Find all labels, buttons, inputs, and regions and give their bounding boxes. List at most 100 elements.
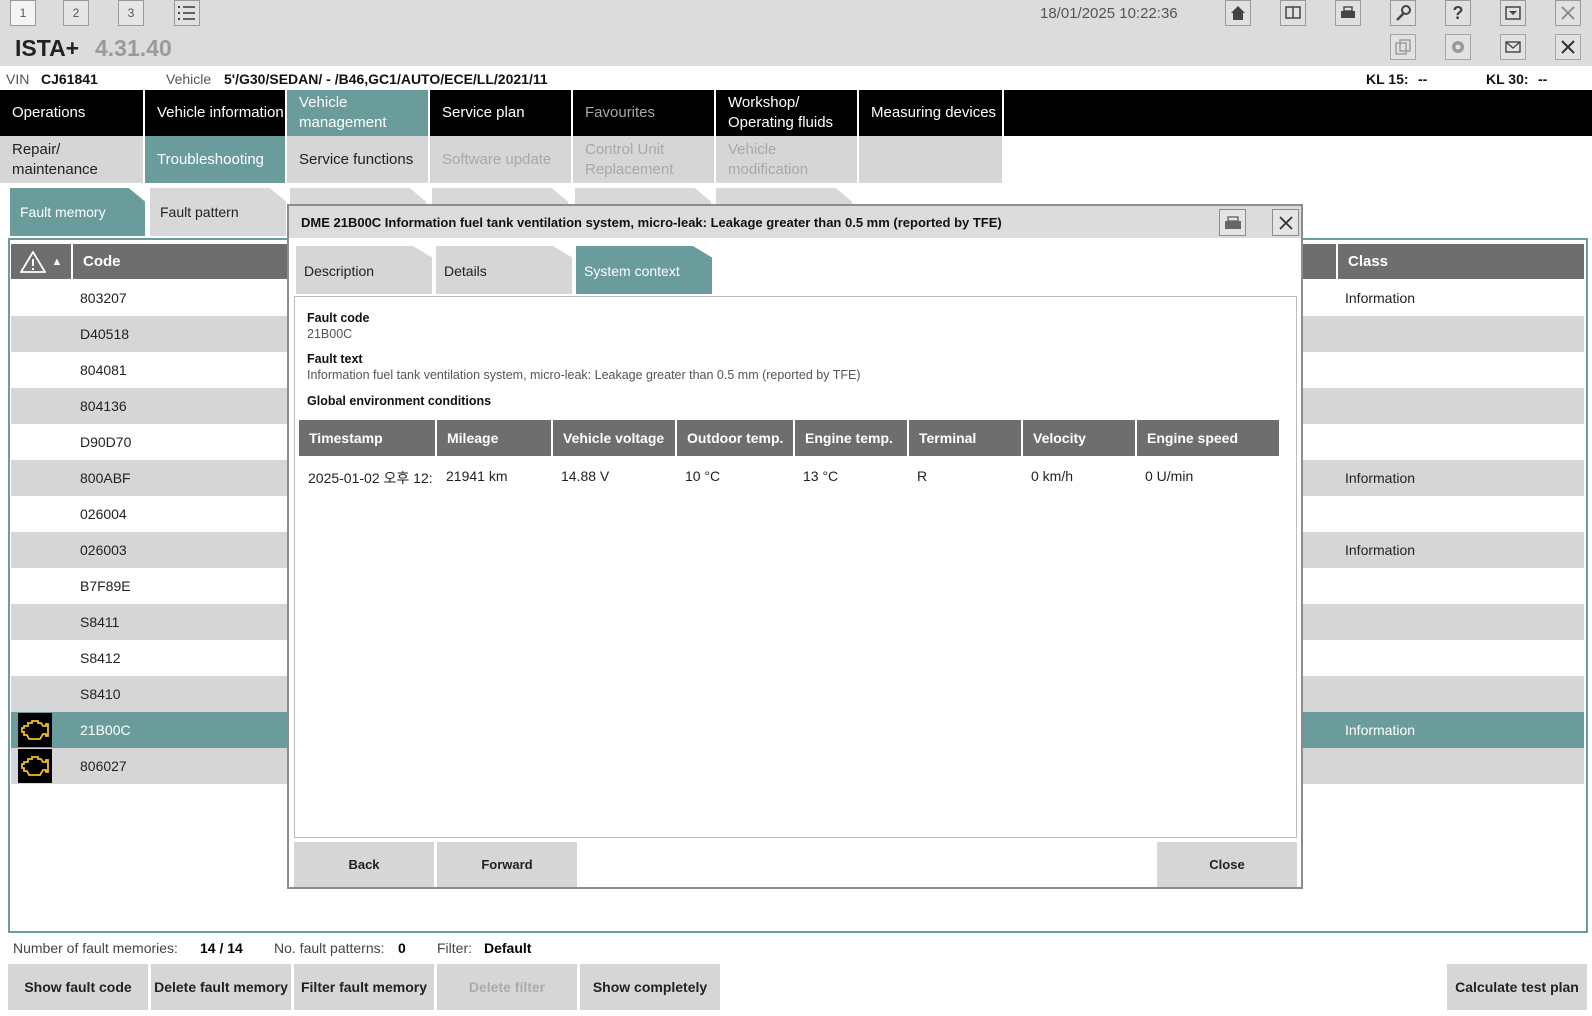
- nav-service-plan[interactable]: Service plan: [430, 90, 573, 136]
- dialog-close-button[interactable]: Close: [1157, 842, 1297, 887]
- fault-memories-count: 14 / 14: [200, 940, 243, 956]
- header-divider: [1336, 244, 1338, 279]
- title-row: ISTA+ 4.31.40: [0, 28, 1592, 66]
- dialog-tab-description[interactable]: Description: [296, 246, 432, 294]
- fault-code: 804136: [80, 398, 127, 414]
- app-version: 4.31.40: [95, 35, 172, 61]
- fault-code: 803207: [80, 290, 127, 306]
- dialog-forward-button[interactable]: Forward: [437, 842, 577, 887]
- fault-code: 21B00C: [80, 722, 131, 738]
- ista-window: 1 2 3 18/01/2025 10:22:36 ? ISTA+ 4.31.4…: [0, 0, 1592, 1016]
- dialog-tab-system-context[interactable]: System context: [576, 246, 712, 294]
- env-header-mileage[interactable]: Mileage: [437, 420, 551, 456]
- subnav-software-update[interactable]: Software update: [430, 136, 573, 183]
- system-bar: 1 2 3 18/01/2025 10:22:36 ?: [0, 0, 1592, 28]
- nav-operations[interactable]: Operations: [0, 90, 145, 136]
- settings-gear-icon[interactable]: [1445, 34, 1471, 60]
- env-mileage: 21941 km: [446, 468, 508, 484]
- fault-memories-label: Number of fault memories:: [13, 940, 178, 956]
- env-outdoor-temp: 10 °C: [685, 468, 721, 484]
- engine-warning-icon: [18, 713, 52, 747]
- app-title: ISTA+: [15, 35, 80, 61]
- nav-measuring-devices[interactable]: Measuring devices: [859, 90, 1004, 136]
- calculate-test-plan-button[interactable]: Calculate test plan: [1447, 964, 1587, 1010]
- help-icon[interactable]: ?: [1445, 0, 1471, 26]
- env-header-terminal[interactable]: Terminal: [909, 420, 1021, 456]
- kl30-label: KL 30:: [1486, 71, 1529, 87]
- fault-code: S8411: [80, 614, 120, 630]
- show-completely-button[interactable]: Show completely: [580, 964, 720, 1010]
- fault-class: Information: [1345, 722, 1416, 738]
- env-velocity: 0 km/h: [1031, 468, 1074, 484]
- vin-value: CJ61841: [41, 71, 98, 87]
- warning-sort-header[interactable]: ▲: [11, 244, 71, 279]
- window-button-1[interactable]: 1: [10, 0, 36, 26]
- nav-workshop-operating-fluids[interactable]: Workshop/ Operating fluids: [716, 90, 859, 136]
- compare-icon[interactable]: [1280, 0, 1306, 26]
- mail-icon[interactable]: [1500, 34, 1526, 60]
- print-icon[interactable]: [1335, 0, 1361, 26]
- delete-filter-button[interactable]: Delete filter: [437, 964, 577, 1010]
- class-column-header[interactable]: Class: [1348, 244, 1388, 279]
- fault-code: 804081: [80, 362, 127, 378]
- env-vehicle-voltage: 14.88 V: [561, 468, 610, 484]
- show-fault-code-button[interactable]: Show fault code: [8, 964, 148, 1010]
- subnav-empty: [859, 136, 1004, 183]
- main-navigation: Operations Vehicle information Vehicle m…: [0, 90, 1592, 136]
- fault-code: 806027: [80, 758, 127, 774]
- nav-favourites[interactable]: Favourites: [573, 90, 716, 136]
- dialog-title: DME 21B00C Information fuel tank ventila…: [301, 215, 1002, 230]
- close-icon[interactable]: [1555, 0, 1581, 26]
- fault-class: Information: [1345, 290, 1416, 306]
- fault-code: D90D70: [80, 434, 132, 450]
- dialog-back-button[interactable]: Back: [294, 842, 434, 887]
- nav-vehicle-management[interactable]: Vehicle management: [287, 90, 430, 136]
- dialog-close-icon[interactable]: [1272, 209, 1299, 236]
- window-button-2[interactable]: 2: [63, 0, 89, 26]
- subnav-troubleshooting[interactable]: Troubleshooting: [145, 136, 287, 183]
- env-header-vehicle-voltage[interactable]: Vehicle voltage: [553, 420, 675, 456]
- fault-text-value: Information fuel tank ventilation system…: [307, 368, 861, 382]
- wrench-icon[interactable]: [1390, 0, 1416, 26]
- global-env-label: Global environment conditions: [307, 394, 492, 408]
- sort-ascending-icon: ▲: [51, 255, 63, 268]
- warning-icon: [19, 250, 46, 273]
- env-timestamp: 2025-01-02 오후 12:: [308, 470, 433, 486]
- fault-text-label: Fault text: [307, 352, 363, 366]
- subnav-service-functions[interactable]: Service functions: [287, 136, 430, 183]
- env-header-outdoor-temp[interactable]: Outdoor temp.: [677, 420, 793, 456]
- filter-label: Filter:: [437, 940, 472, 956]
- dialog-tab-details[interactable]: Details: [436, 246, 572, 294]
- window-button-3[interactable]: 3: [118, 0, 144, 26]
- filter-fault-memory-button[interactable]: Filter fault memory: [294, 964, 434, 1010]
- fault-code: B7F89E: [80, 578, 131, 594]
- kl30-value: --: [1538, 71, 1548, 87]
- home-icon[interactable]: [1225, 0, 1251, 26]
- env-engine-speed: 0 U/min: [1145, 468, 1194, 484]
- nav-vehicle-information[interactable]: Vehicle information: [145, 90, 287, 136]
- env-table-header: Timestamp Mileage Vehicle voltage Outdoo…: [299, 420, 1293, 456]
- delete-fault-memory-button[interactable]: Delete fault memory: [151, 964, 291, 1010]
- env-header-timestamp[interactable]: Timestamp: [299, 420, 435, 456]
- code-column-header[interactable]: Code: [83, 244, 121, 279]
- close-app-icon[interactable]: [1555, 34, 1581, 60]
- tab-fault-memory[interactable]: Fault memory: [10, 188, 145, 236]
- subnav-control-unit-replacement[interactable]: Control Unit Replacement: [573, 136, 716, 183]
- env-header-engine-temp[interactable]: Engine temp.: [795, 420, 907, 456]
- env-header-engine-speed[interactable]: Engine speed: [1137, 420, 1279, 456]
- tab-fault-pattern[interactable]: Fault pattern: [150, 188, 286, 236]
- dialog-title-bar: DME 21B00C Information fuel tank ventila…: [289, 206, 1301, 238]
- download-icon[interactable]: [1500, 0, 1526, 26]
- dialog-print-icon[interactable]: [1219, 209, 1246, 236]
- fault-code: 026004: [80, 506, 127, 522]
- env-header-velocity[interactable]: Velocity: [1023, 420, 1135, 456]
- subnav-vehicle-modification[interactable]: Vehicle modification: [716, 136, 859, 183]
- list-icon[interactable]: [174, 0, 200, 26]
- fault-detail-dialog: DME 21B00C Information fuel tank ventila…: [287, 204, 1303, 889]
- copy-icon[interactable]: [1390, 34, 1416, 60]
- kl15-value: --: [1418, 71, 1428, 87]
- fault-class: Information: [1345, 542, 1416, 558]
- vin-label: VIN: [6, 71, 30, 87]
- sub-navigation: Repair/ maintenance Troubleshooting Serv…: [0, 136, 1592, 183]
- subnav-repair-maintenance[interactable]: Repair/ maintenance: [0, 136, 145, 183]
